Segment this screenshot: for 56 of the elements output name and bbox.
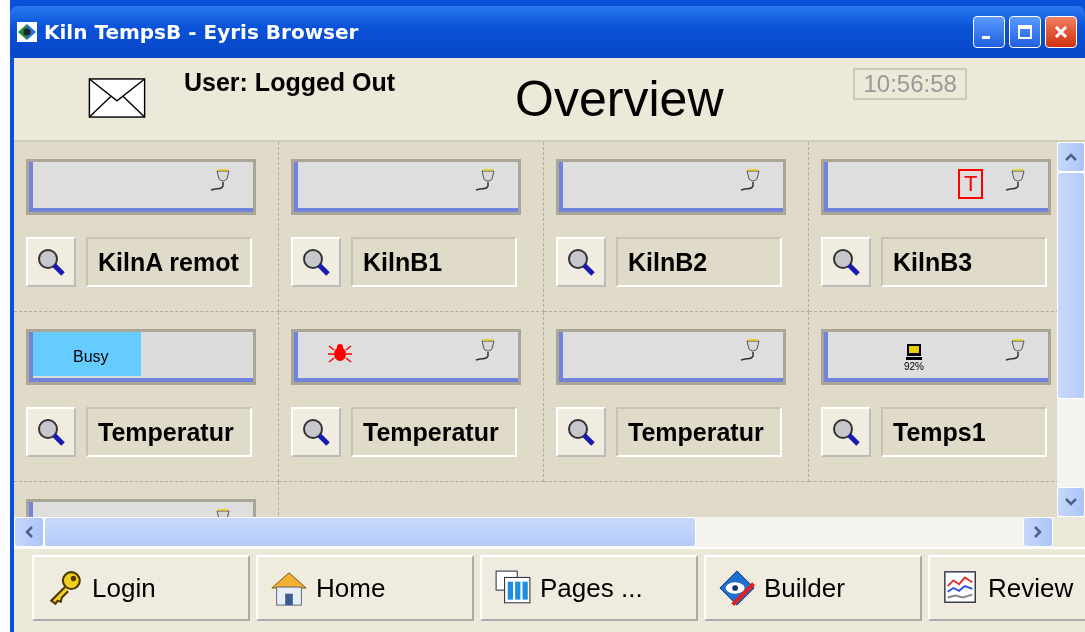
search-icon [566,417,596,447]
computer-icon [905,342,923,361]
close-button[interactable] [1045,16,1077,48]
plug-icon [474,168,496,194]
search-button[interactable] [821,407,871,457]
device-name: Temps1 [881,407,1047,457]
device-name: KilnB1 [351,237,517,287]
minimize-icon [982,35,990,39]
review-button[interactable]: Review [928,555,1085,621]
search-icon [831,417,861,447]
search-button[interactable] [26,407,76,457]
clock: 10:56:58 [853,68,967,100]
maximize-button[interactable] [1009,16,1041,48]
search-icon [301,247,331,277]
device-name: Temperatur [616,407,782,457]
house-icon [270,569,308,607]
builder-button[interactable]: Builder [704,555,922,621]
plug-icon [1004,168,1026,194]
search-button[interactable] [291,237,341,287]
search-icon [36,417,66,447]
search-icon [301,417,331,447]
horizontal-scrollbar[interactable] [14,517,1053,547]
search-icon [36,247,66,277]
search-button[interactable] [556,237,606,287]
search-button[interactable] [821,237,871,287]
plug-icon [209,168,231,194]
bug-icon [328,342,352,364]
device-name: Temperatur [86,407,252,457]
device-name: KilnB3 [881,237,1047,287]
plug-icon [1004,338,1026,364]
home-button[interactable]: Home [256,555,474,621]
page-title: Overview [515,70,724,128]
search-icon [831,247,861,277]
plug-icon [739,168,761,194]
pencil-eye-icon [718,569,756,607]
device-name: KilnB2 [616,237,782,287]
device-name: Temperatur [351,407,517,457]
envelope-icon[interactable] [88,78,146,118]
device-name: KilnA remot [86,237,252,287]
percent-caption: 92% [904,360,924,372]
login-button[interactable]: Login [32,555,250,621]
app-logo-icon [16,21,38,43]
window-title: Kiln TempsB - Eyris Browser [44,20,359,44]
vertical-scrollbar[interactable] [1057,142,1085,517]
minimize-button[interactable] [973,16,1005,48]
user-status: User: Logged Out [184,68,396,97]
maximize-icon [1015,22,1035,42]
pages-button[interactable]: Pages ... [480,555,698,621]
status-badge: T [958,169,984,199]
plug-icon [474,338,496,364]
plug-icon [739,338,761,364]
progress-label: Busy [73,348,109,366]
search-button[interactable] [26,237,76,287]
search-button[interactable] [556,407,606,457]
search-button[interactable] [291,407,341,457]
search-icon [566,247,596,277]
